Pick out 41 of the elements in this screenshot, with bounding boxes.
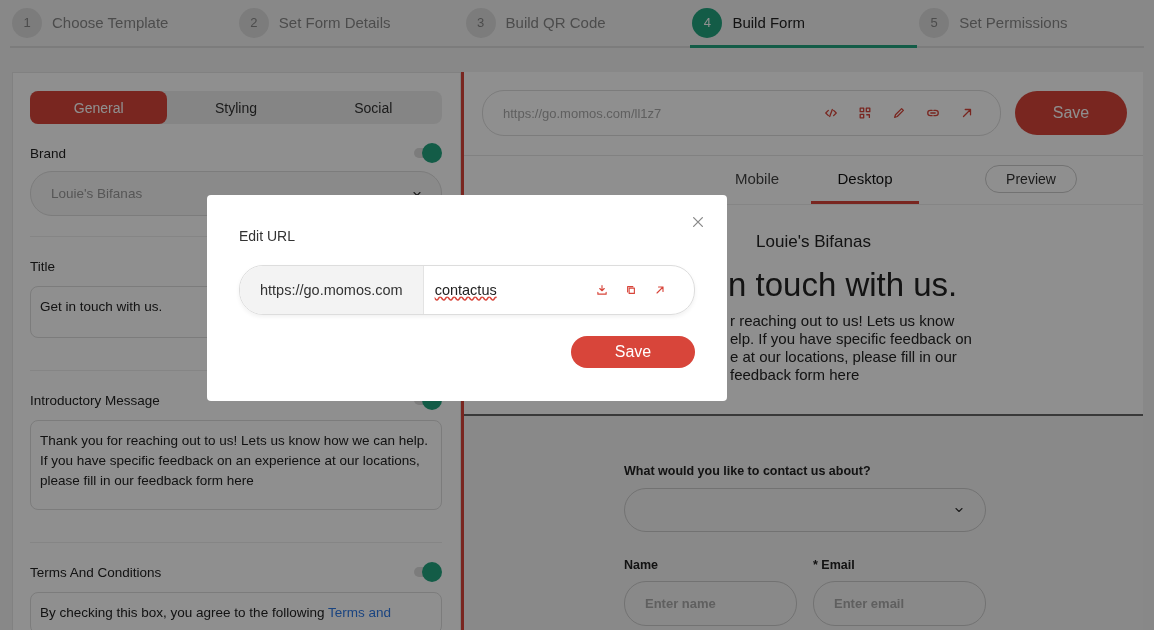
section-label: Introductory Message [30,392,160,408]
arrow-up-right-icon[interactable] [654,284,666,296]
copy-icon[interactable] [625,284,637,296]
dialog-title: Edit URL [239,228,297,244]
terms-link[interactable]: Terms and [327,605,391,620]
section-label: Terms And Conditions [30,564,162,580]
url-prefix: https://go.momos.com [240,266,424,314]
section-label: Title [30,258,55,274]
step-label: Set Form Details [278,14,391,31]
view-tab[interactable]: Mobile [703,156,811,204]
field-label: Name [624,558,660,572]
message-field[interactable]: Thank you for reaching out to us! Lets us know how we can help. If you have specific feedback on an experience at our locations, please fill in our feedback form here [30,420,442,510]
step-label: Choose Template [52,14,169,31]
settings-tab[interactable]: Styling [167,91,305,124]
step-label: Build QR Code [505,14,606,31]
toggle-switch[interactable] [412,562,442,582]
terms-text: By checking this box, you agree to the following Terms and [40,605,391,620]
settings-tab[interactable]: General [30,91,168,124]
settings-tab[interactable]: Social [304,91,442,124]
step-label: Set Permissions [959,14,1068,31]
preview-message: r reaching out to us! Lets us know elp. If you have specific feedback on e at our locations, please fill in our feedback form here [730,312,972,384]
save-button[interactable]: Save [1015,91,1127,135]
step-number: 4 [692,7,723,38]
preview-heading: n touch with us. [728,266,958,303]
toggle-switch[interactable] [412,143,442,163]
download-icon[interactable] [596,284,608,296]
code-icon[interactable] [824,106,838,120]
pencil-icon[interactable] [892,106,906,120]
slug-input[interactable]: contactus [423,282,596,298]
step-label: Build Form [732,14,805,31]
field-label: * Email [813,558,856,572]
view-tab[interactable]: Desktop [811,156,919,204]
question-label: What would you like to contact us about? [624,464,872,478]
qr-grid-icon[interactable] [858,106,872,120]
step-tab[interactable]: 4 Build Form [690,0,918,48]
section-label: Brand [30,145,67,161]
arrow-up-right-icon[interactable] [960,106,974,120]
brand-name: Louie's Bifanas [755,232,872,252]
preview-button[interactable]: Preview [985,165,1077,193]
save-button[interactable]: Save [571,336,695,368]
close-icon[interactable] [691,215,705,229]
